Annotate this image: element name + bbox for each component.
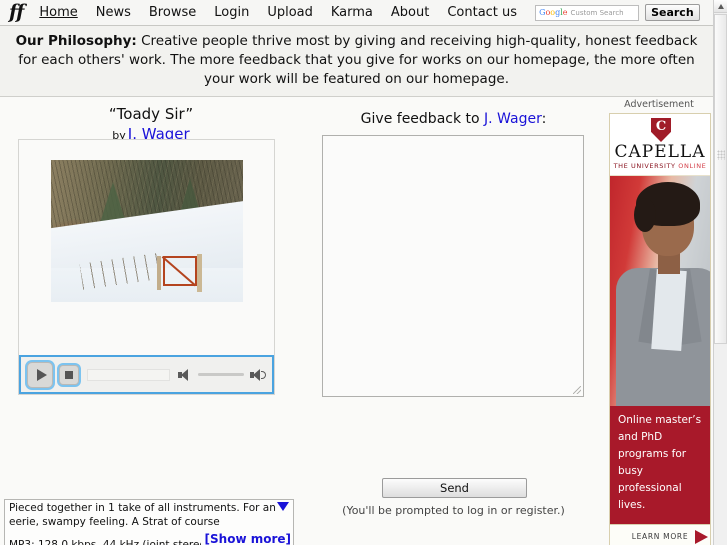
main-area: “Toady Sir” by J. Wager Pieced together … [0, 97, 713, 545]
feedback-author-link[interactable]: J. Wager [484, 111, 542, 127]
search-input[interactable]: Google Custom Search [535, 4, 640, 21]
nav-link-karma[interactable]: Karma [331, 5, 373, 20]
ad-photo [610, 176, 710, 406]
advertisement-label: Advertisement [624, 99, 694, 110]
arrow-right-icon [695, 530, 708, 544]
philosophy-banner: Our Philosophy: Creative people thrive m… [0, 26, 713, 97]
volume-low-icon[interactable] [178, 368, 192, 382]
work-description-text: Pieced together in 1 take of all instrum… [9, 502, 276, 528]
site-logo[interactable]: ff [9, 3, 24, 22]
ad-header: CAPELLA THE UNIVERSITY ONLINE [610, 114, 710, 176]
page-content: ff Home News Browse Login Upload Karma A… [0, 0, 713, 545]
work-panel: “Toady Sir” by J. Wager Pieced together … [0, 97, 302, 545]
nav-link-browse[interactable]: Browse [149, 5, 196, 20]
volume-slider[interactable] [198, 373, 244, 376]
volume-high-icon[interactable] [250, 368, 266, 382]
play-icon[interactable] [27, 361, 53, 388]
scroll-up-arrow-icon[interactable] [714, 0, 727, 13]
ad-tagline-part1: THE UNIVERSITY [613, 162, 676, 170]
stop-icon[interactable] [59, 364, 79, 385]
work-description-panel: Pieced together in 1 take of all instrum… [4, 499, 294, 545]
browser-page: ff Home News Browse Login Upload Karma A… [0, 0, 727, 545]
feedback-textarea[interactable] [322, 135, 584, 397]
resize-grip-icon[interactable] [573, 386, 581, 394]
nav-link-upload[interactable]: Upload [267, 5, 313, 20]
work-title: “Toady Sir” [108, 105, 194, 123]
send-button[interactable]: Send [382, 478, 527, 498]
feedback-heading-prefix: Give feedback to [360, 111, 480, 127]
media-frame [18, 139, 275, 395]
nav-link-contact-us[interactable]: Contact us [447, 5, 517, 20]
feedback-heading: Give feedback to J. Wager: [302, 111, 605, 127]
feedback-heading-suffix: : [541, 111, 547, 127]
scrollbar-thumb[interactable] [714, 14, 727, 344]
show-more-link[interactable]: [Show more] [200, 532, 291, 545]
google-logo: Google [539, 8, 568, 17]
top-navigation-bar: ff Home News Browse Login Upload Karma A… [0, 0, 713, 26]
ad-learn-more-button[interactable]: LEARN MORE [610, 524, 710, 545]
nav-link-news[interactable]: News [96, 5, 131, 20]
advertisement-column: Advertisement CAPELLA THE UNIVERSITY ONL… [605, 97, 713, 545]
ad-tagline-part2: ONLINE [678, 162, 707, 170]
ad-tagline: THE UNIVERSITY ONLINE [610, 162, 710, 170]
chevron-down-icon[interactable] [277, 502, 289, 511]
capella-shield-icon [651, 118, 671, 142]
nav-link-login[interactable]: Login [214, 5, 249, 20]
ad-cta-label: LEARN MORE [631, 532, 689, 541]
audio-player[interactable] [19, 355, 274, 394]
send-note: (You'll be prompted to log in or registe… [342, 504, 565, 517]
search-button[interactable]: Search [645, 4, 700, 21]
ad-brand-name: CAPELLA [614, 142, 706, 162]
nav-link-about[interactable]: About [391, 5, 429, 20]
nav-link-home[interactable]: Home [39, 5, 77, 20]
vertical-scrollbar[interactable] [713, 0, 727, 545]
playback-progress-bar[interactable] [87, 368, 170, 381]
scrollbar-grip-icon [717, 150, 725, 160]
advertisement-banner[interactable]: CAPELLA THE UNIVERSITY ONLINE [609, 113, 711, 545]
ad-copy: Online master’s and PhD programs for bus… [610, 406, 710, 524]
search-placeholder: Custom Search [570, 8, 624, 17]
feedback-panel: Give feedback to J. Wager: Send (You'll … [302, 97, 605, 545]
philosophy-heading: Our Philosophy: [15, 33, 137, 49]
work-artwork-image [51, 160, 243, 302]
